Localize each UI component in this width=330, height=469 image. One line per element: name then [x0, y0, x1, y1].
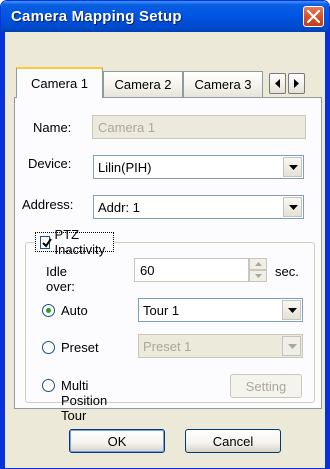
auto-label: Auto	[61, 303, 88, 318]
window-title: Camera Mapping Setup	[11, 8, 182, 25]
chevron-left-icon	[275, 79, 280, 88]
tab-camera-3[interactable]: Camera 3	[183, 71, 263, 97]
title-bar[interactable]: Camera Mapping Setup	[1, 1, 329, 32]
window-border-right	[325, 32, 329, 468]
idle-unit-label: sec.	[275, 264, 299, 279]
ok-button-label: OK	[107, 434, 127, 449]
idle-over-value: 60	[140, 263, 155, 278]
auto-tour-dropdown-button[interactable]	[282, 300, 301, 320]
preset-dropdown-button[interactable]	[282, 336, 301, 356]
multi-position-tour-label: Multi Position Tour	[61, 378, 108, 423]
checkmark-icon	[42, 237, 52, 248]
name-label: Name:	[33, 120, 72, 135]
preset-label: Preset	[61, 340, 99, 355]
window-border-left	[1, 32, 5, 468]
address-label: Address:	[22, 197, 74, 212]
address-dropdown-button[interactable]	[283, 197, 302, 217]
device-label: Device:	[28, 156, 72, 171]
close-button[interactable]	[303, 6, 324, 27]
name-field[interactable]: Camera 1	[92, 115, 306, 139]
tab-scroll-left-button[interactable]	[269, 73, 286, 94]
checkbox-box[interactable]	[40, 235, 52, 249]
preset-value: Preset 1	[143, 339, 192, 354]
spin-down-button[interactable]	[249, 270, 267, 282]
tab-label: Camera 1	[30, 76, 89, 91]
spin-up-button[interactable]	[249, 258, 267, 270]
address-select[interactable]: Addr: 1	[93, 195, 304, 219]
chevron-down-icon	[289, 165, 298, 170]
chevron-down-icon	[288, 308, 297, 313]
tab-label: Camera 3	[194, 77, 252, 92]
device-select[interactable]: Lilin(PIH)	[93, 155, 304, 179]
setting-button[interactable]: Setting	[230, 374, 302, 398]
radio-selected-dot	[46, 308, 51, 313]
tab-label: Camera 2	[114, 77, 172, 92]
idle-over-input[interactable]: 60	[134, 258, 249, 282]
chevron-down-icon	[288, 344, 297, 349]
device-value: Lilin(PIH)	[98, 160, 152, 175]
chevron-up-icon	[255, 262, 262, 266]
tab-camera-1[interactable]: Camera 1	[16, 67, 103, 98]
auto-tour-value: Tour 1	[143, 303, 180, 318]
chevron-down-icon	[255, 274, 262, 278]
ptz-inactivity-label: PTZ Inactivity	[54, 227, 106, 257]
cancel-button-label: Cancel	[212, 434, 254, 449]
auto-tour-select[interactable]: Tour 1	[138, 298, 303, 322]
setting-button-label: Setting	[245, 379, 287, 394]
preset-select[interactable]: Preset 1	[138, 334, 303, 358]
device-dropdown-button[interactable]	[283, 157, 302, 177]
close-icon	[307, 10, 320, 23]
ptz-inactivity-checkbox[interactable]: PTZ Inactivity	[35, 227, 114, 257]
chevron-right-icon	[294, 79, 299, 88]
tab-scroll-right-button[interactable]	[288, 73, 305, 94]
dialog-window: Camera Mapping Setup Camera 1 Camera 2 C…	[0, 0, 330, 469]
tab-camera-2[interactable]: Camera 2	[103, 71, 183, 97]
auto-radio[interactable]	[42, 304, 55, 317]
name-value: Camera 1	[98, 120, 156, 135]
chevron-down-icon	[289, 205, 298, 210]
address-value: Addr: 1	[98, 200, 140, 215]
preset-radio[interactable]	[42, 341, 55, 354]
ok-button[interactable]: OK	[69, 429, 165, 453]
cancel-button[interactable]: Cancel	[185, 429, 281, 453]
multi-position-tour-radio[interactable]	[42, 379, 55, 392]
idle-over-label: Idle over:	[46, 264, 75, 294]
idle-over-spinner[interactable]	[249, 258, 267, 282]
